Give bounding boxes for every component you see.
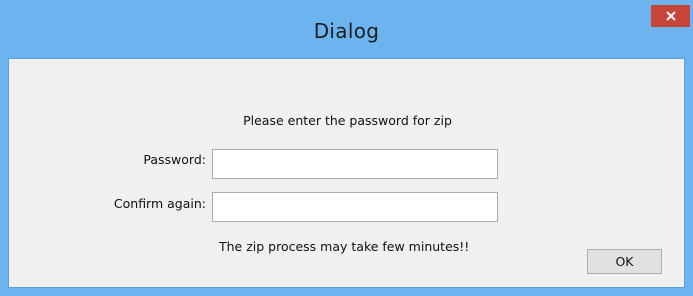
window-title: Dialog — [313, 19, 380, 43]
close-button[interactable] — [651, 5, 690, 27]
ok-button[interactable]: OK — [587, 249, 662, 274]
password-prompt: Please enter the password for zip — [243, 113, 452, 128]
password-label: Password: — [143, 152, 206, 167]
title-bar[interactable]: Dialog — [0, 0, 693, 58]
confirm-password-field[interactable] — [212, 192, 498, 222]
confirm-password-label: Confirm again: — [113, 196, 206, 211]
close-icon — [665, 10, 677, 22]
dialog-body: Please enter the password for zip Passwo… — [8, 58, 685, 288]
password-field[interactable] — [212, 149, 498, 179]
dialog-window: Dialog Please enter the password for zip… — [0, 0, 693, 296]
zip-notice: The zip process may take few minutes!! — [219, 239, 470, 254]
